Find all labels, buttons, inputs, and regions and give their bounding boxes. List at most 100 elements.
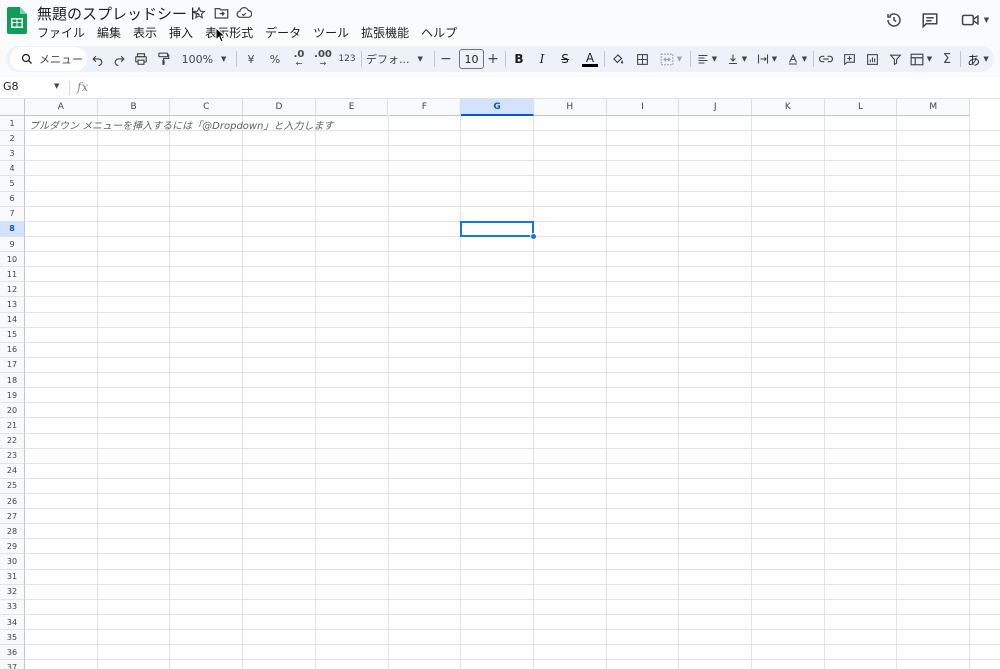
menu-insert[interactable]: 挿入 bbox=[169, 24, 193, 42]
increase-decimal-button[interactable]: .00 → bbox=[312, 49, 334, 69]
row-header-23[interactable]: 23 bbox=[0, 448, 25, 464]
column-header-a[interactable]: A bbox=[25, 99, 98, 116]
row-header-2[interactable]: 2 bbox=[0, 131, 25, 147]
undo-icon[interactable] bbox=[88, 49, 106, 69]
percent-format-button[interactable]: % bbox=[264, 49, 286, 69]
move-folder-icon[interactable] bbox=[212, 4, 230, 22]
row-header-6[interactable]: 6 bbox=[0, 191, 25, 207]
column-header-c[interactable]: C bbox=[170, 99, 244, 116]
column-header-f[interactable]: F bbox=[388, 99, 462, 116]
redo-icon[interactable] bbox=[110, 49, 128, 69]
zoom-select[interactable]: 100% ▼ bbox=[178, 49, 230, 69]
menu-edit[interactable]: 編集 bbox=[97, 24, 121, 42]
fill-handle[interactable] bbox=[530, 233, 537, 240]
cloud-status-icon[interactable] bbox=[235, 4, 253, 22]
column-header-e[interactable]: E bbox=[315, 99, 389, 116]
row-header-28[interactable]: 28 bbox=[0, 524, 25, 540]
insert-comment-icon[interactable] bbox=[840, 49, 858, 69]
menu-data[interactable]: データ bbox=[265, 24, 301, 42]
row-header-17[interactable]: 17 bbox=[0, 357, 25, 374]
spreadsheet-grid[interactable]: ABCDEFGHIJKLM 1 2 3 4 5 6 7 8 9 10 11 12 13 14 15 16 17 1… bbox=[0, 99, 1000, 669]
row-header-36[interactable]: 36 bbox=[0, 645, 25, 661]
row-header-16[interactable]: 16 bbox=[0, 342, 25, 358]
paint-format-icon[interactable] bbox=[154, 49, 172, 69]
row-header-24[interactable]: 24 bbox=[0, 463, 25, 479]
horizontal-align-icon[interactable]: ▼ bbox=[694, 49, 720, 69]
increase-font-size-button[interactable]: + bbox=[485, 49, 501, 69]
menu-format[interactable]: 表示形式 bbox=[205, 24, 253, 42]
row-header-9[interactable]: 9 bbox=[0, 236, 25, 253]
input-tools-button[interactable]: あ ▼ bbox=[964, 49, 992, 69]
text-color-icon[interactable]: A bbox=[580, 49, 600, 69]
row-header-34[interactable]: 34 bbox=[0, 614, 25, 631]
row-header-20[interactable]: 20 bbox=[0, 403, 25, 419]
currency-format-button[interactable]: ¥ bbox=[242, 49, 260, 69]
column-header-j[interactable]: J bbox=[679, 99, 752, 116]
menu-file[interactable]: ファイル bbox=[37, 24, 85, 42]
document-title[interactable]: 無題のスプレッドシート bbox=[37, 3, 202, 24]
row-header-30[interactable]: 30 bbox=[0, 554, 25, 570]
row-header-33[interactable]: 33 bbox=[0, 599, 25, 615]
column-header-i[interactable]: I bbox=[606, 99, 680, 116]
row-header-3[interactable]: 3 bbox=[0, 146, 25, 162]
fill-color-icon[interactable] bbox=[609, 49, 627, 69]
row-header-13[interactable]: 13 bbox=[0, 297, 25, 313]
more-formats-button[interactable]: 123 bbox=[336, 49, 358, 69]
row-header-37[interactable]: 37 bbox=[0, 660, 25, 669]
decrease-font-size-button[interactable]: − bbox=[438, 49, 454, 69]
functions-icon[interactable]: Σ bbox=[938, 49, 956, 69]
menu-search-button[interactable]: メニュー bbox=[10, 47, 87, 71]
column-header-m[interactable]: M bbox=[897, 99, 971, 116]
row-header-8[interactable]: 8 bbox=[0, 221, 25, 237]
menu-help[interactable]: ヘルプ bbox=[421, 24, 457, 42]
text-rotation-icon[interactable]: ▼ bbox=[784, 49, 810, 69]
row-header-19[interactable]: 19 bbox=[0, 388, 25, 404]
row-header-26[interactable]: 26 bbox=[0, 494, 25, 510]
column-header-b[interactable]: B bbox=[97, 99, 171, 116]
star-icon[interactable] bbox=[190, 4, 208, 22]
column-header-g[interactable]: G bbox=[461, 99, 534, 116]
version-history-icon[interactable] bbox=[883, 9, 905, 31]
strikethrough-icon[interactable]: S bbox=[556, 49, 574, 69]
row-header-22[interactable]: 22 bbox=[0, 433, 25, 449]
row-header-31[interactable]: 31 bbox=[0, 569, 25, 585]
row-header-27[interactable]: 27 bbox=[0, 509, 25, 525]
text-wrapping-icon[interactable]: ▼ bbox=[754, 49, 780, 69]
row-header-5[interactable]: 5 bbox=[0, 176, 25, 192]
column-header-k[interactable]: K bbox=[752, 99, 825, 116]
insert-chart-icon[interactable] bbox=[863, 49, 881, 69]
row-header-25[interactable]: 25 bbox=[0, 478, 25, 494]
row-header-1[interactable]: 1 bbox=[0, 116, 25, 132]
vertical-align-icon[interactable]: ▼ bbox=[724, 49, 750, 69]
borders-icon[interactable] bbox=[633, 49, 651, 69]
filter-icon[interactable] bbox=[886, 49, 904, 69]
row-header-32[interactable]: 32 bbox=[0, 584, 25, 600]
bold-icon[interactable]: B bbox=[510, 49, 528, 69]
formula-input[interactable] bbox=[100, 80, 990, 96]
row-header-15[interactable]: 15 bbox=[0, 327, 25, 343]
row-header-7[interactable]: 7 bbox=[0, 206, 25, 222]
column-header-h[interactable]: H bbox=[533, 99, 607, 116]
sheets-logo-icon[interactable] bbox=[7, 7, 27, 34]
row-header-29[interactable]: 29 bbox=[0, 539, 25, 555]
meet-icon[interactable]: ▼ bbox=[958, 9, 992, 31]
row-header-11[interactable]: 11 bbox=[0, 267, 25, 283]
menu-extensions[interactable]: 拡張機能 bbox=[361, 24, 409, 42]
name-box[interactable]: G8 bbox=[3, 80, 19, 93]
comments-icon[interactable] bbox=[919, 9, 941, 31]
merge-cells-icon[interactable]: ▼ bbox=[656, 49, 686, 69]
font-size-input[interactable]: 10 bbox=[459, 49, 484, 69]
row-header-12[interactable]: 12 bbox=[0, 282, 25, 298]
row-header-10[interactable]: 10 bbox=[0, 252, 25, 268]
select-all-corner[interactable] bbox=[0, 99, 25, 116]
row-header-4[interactable]: 4 bbox=[0, 161, 25, 177]
menu-tools[interactable]: ツール bbox=[313, 24, 349, 42]
menu-view[interactable]: 表示 bbox=[133, 24, 157, 42]
insert-link-icon[interactable] bbox=[817, 49, 835, 69]
active-cell-selection[interactable] bbox=[460, 221, 534, 237]
row-header-21[interactable]: 21 bbox=[0, 418, 25, 434]
column-header-l[interactable]: L bbox=[824, 99, 898, 116]
font-family-select[interactable]: デフォ... ▼ bbox=[366, 49, 428, 69]
name-box-dropdown-icon[interactable]: ▼ bbox=[54, 82, 59, 90]
column-header-d[interactable]: D bbox=[243, 99, 316, 116]
